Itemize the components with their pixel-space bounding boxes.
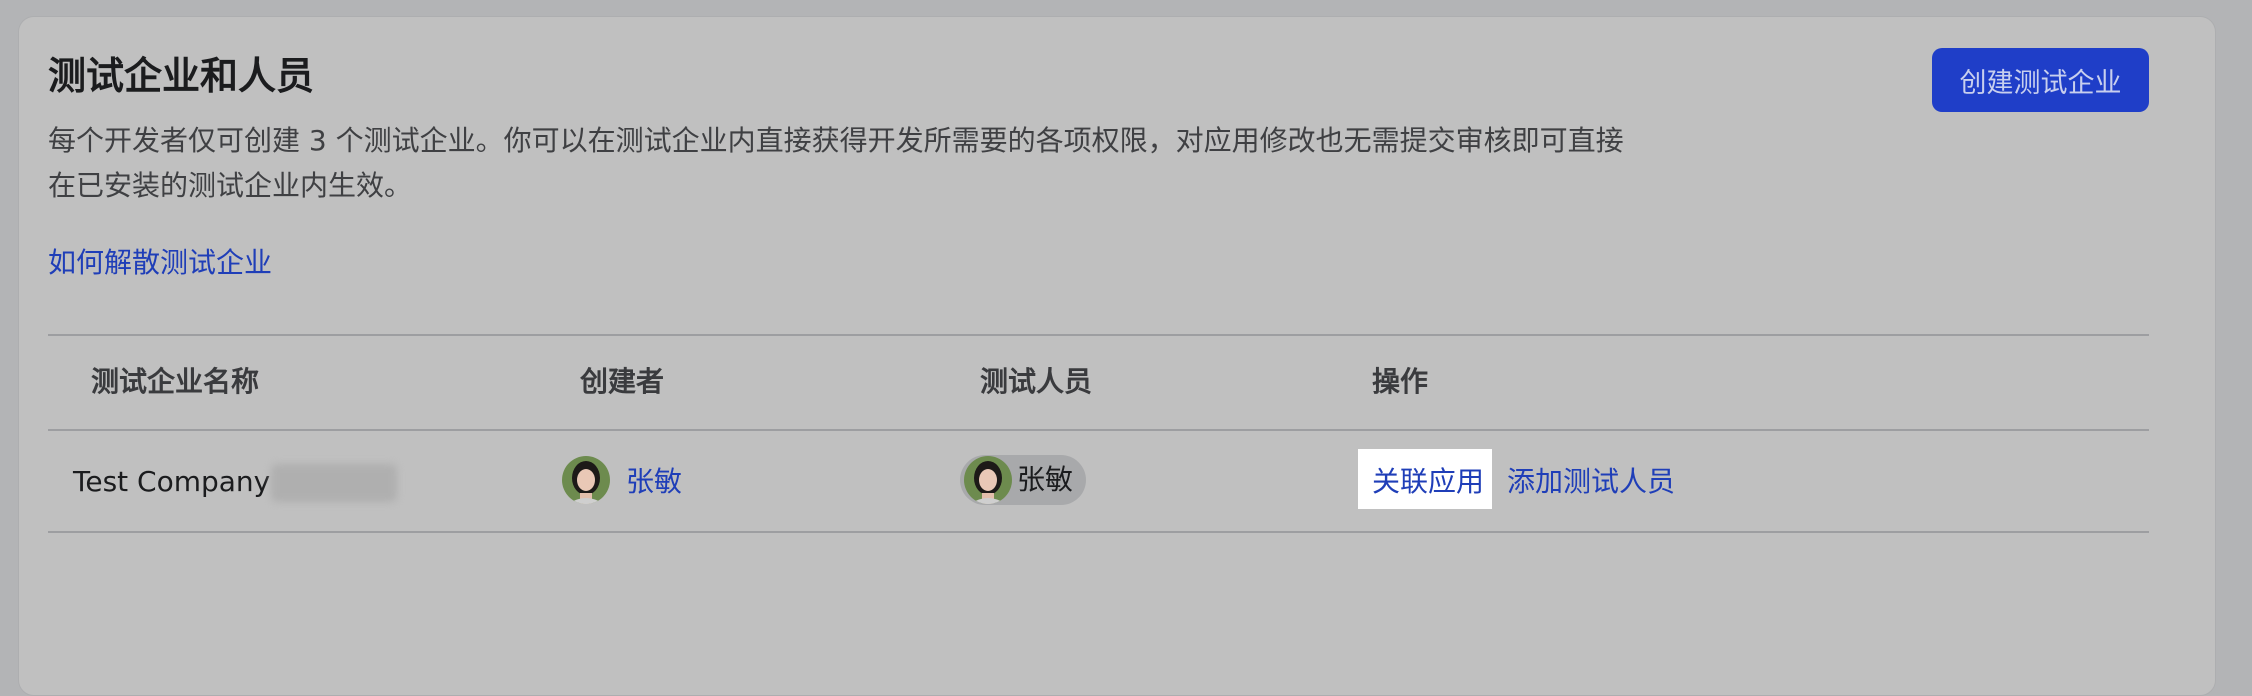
- description-line-1: 每个开发者仅可创建 3 个测试企业。你可以在测试企业内直接获得开发所需要的各项权…: [48, 124, 1624, 157]
- tester-chip[interactable]: 张敏: [960, 455, 1086, 505]
- table-top-divider: [48, 334, 2149, 336]
- redacted-company-suffix: [271, 464, 397, 502]
- description-line-2: 在已安装的测试企业内生效。: [48, 169, 413, 202]
- column-header-actions: 操作: [1372, 365, 1429, 398]
- column-header-testers: 测试人员: [980, 365, 1093, 398]
- creator-avatar: [562, 456, 610, 504]
- page-title: 测试企业和人员: [48, 54, 315, 98]
- section-description: 每个开发者仅可创建 3 个测试企业。你可以在测试企业内直接获得开发所需要的各项权…: [48, 118, 1648, 208]
- creator-name-link[interactable]: 张敏: [626, 462, 682, 502]
- column-header-company: 测试企业名称: [91, 365, 260, 398]
- tester-avatar: [964, 456, 1012, 504]
- create-test-enterprise-button[interactable]: 创建测试企业: [1932, 48, 2149, 112]
- add-tester-action[interactable]: 添加测试人员: [1507, 462, 1675, 502]
- link-app-action[interactable]: 关联应用: [1372, 462, 1484, 502]
- column-header-creator: 创建者: [580, 365, 665, 398]
- table-header-divider: [48, 429, 2149, 431]
- tester-name: 张敏: [1017, 463, 1074, 496]
- dissolve-help-link[interactable]: 如何解散测试企业: [48, 243, 272, 283]
- table-bottom-divider: [48, 531, 2149, 533]
- company-name: Test Company: [73, 465, 271, 498]
